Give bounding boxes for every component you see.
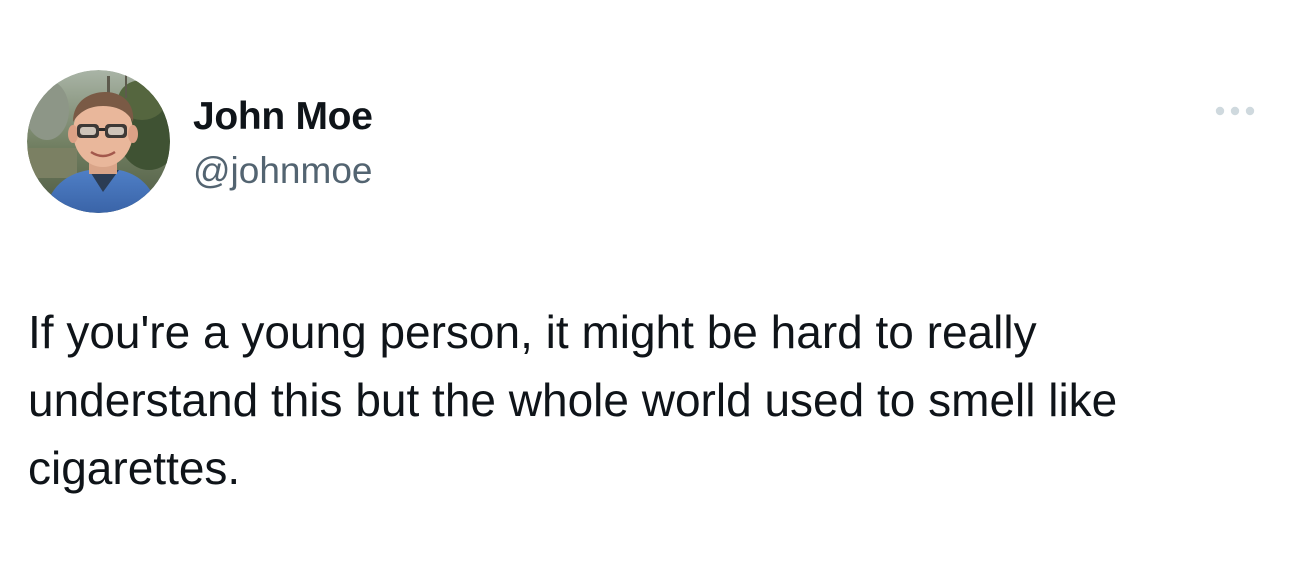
tweet-card: John Moe @johnmoe If you're a young pers…	[0, 0, 1290, 587]
user-info: John Moe @johnmoe	[193, 94, 373, 193]
tweet-header: John Moe @johnmoe	[27, 70, 1267, 215]
more-options-button[interactable]	[1210, 96, 1260, 126]
avatar[interactable]	[27, 70, 170, 213]
profile-photo-avatar	[27, 70, 170, 213]
display-name[interactable]: John Moe	[193, 94, 373, 140]
user-handle[interactable]: @johnmoe	[193, 149, 373, 193]
more-options-icon	[1215, 106, 1255, 116]
tweet-text: If you're a young person, it might be ha…	[28, 306, 1118, 494]
